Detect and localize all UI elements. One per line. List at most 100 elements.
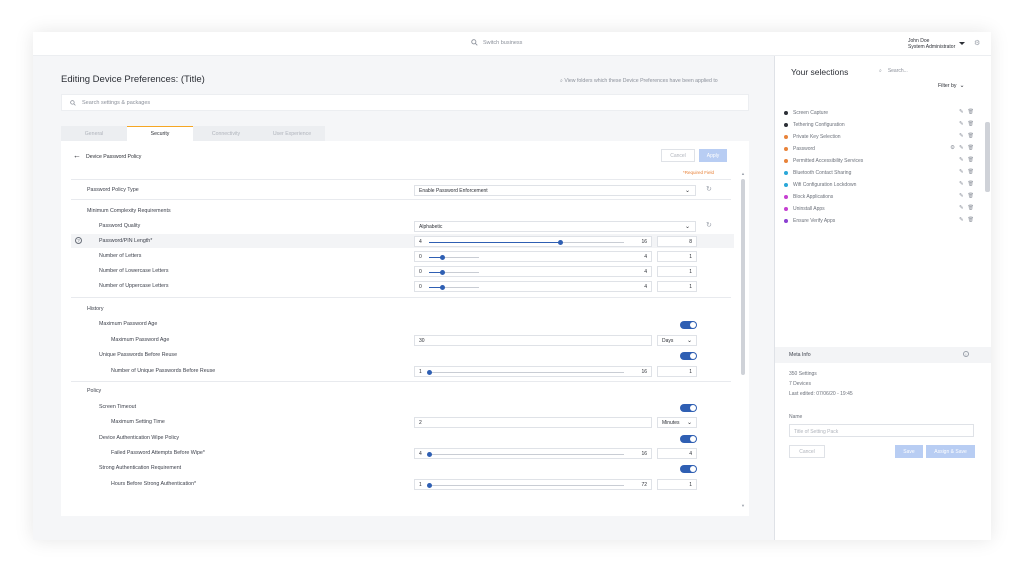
trash-icon[interactable]: 🗑: [968, 205, 974, 211]
wipe-policy-toggle[interactable]: [680, 435, 697, 443]
panel-scrollbar[interactable]: ▲ ▼: [740, 171, 746, 509]
trash-icon[interactable]: 🗑: [968, 157, 974, 163]
slider-handle[interactable]: [427, 452, 432, 457]
unique-passwords-toggle[interactable]: [680, 352, 697, 360]
max-setting-time-input[interactable]: 2: [414, 417, 652, 428]
settings-search-input[interactable]: Search settings & packages: [61, 94, 749, 111]
hours-strong-auth-slider[interactable]: 1 72: [414, 479, 652, 490]
reset-icon[interactable]: ↻: [706, 221, 712, 229]
slider-max: 4: [644, 284, 647, 290]
divider: [71, 199, 731, 200]
edit-icon[interactable]: ✎: [959, 169, 964, 175]
setting-label: Maximum Password Age: [99, 321, 158, 327]
chevron-down-icon: ⌄: [684, 224, 690, 230]
unique-passwords-value[interactable]: 1: [657, 366, 697, 377]
password-policy-type-select[interactable]: Enable Password Enforcement ⌄: [414, 185, 696, 196]
unique-passwords-slider[interactable]: 1 16: [414, 366, 652, 377]
uppercase-letters-slider[interactable]: 0 4: [414, 281, 652, 292]
info-icon[interactable]: i: [963, 351, 969, 357]
selection-item[interactable]: Bluetooth Contact Sharing ✎ 🗑: [784, 167, 974, 179]
trash-icon[interactable]: 🗑: [968, 217, 974, 223]
tab-user-experience[interactable]: User Experience: [259, 126, 325, 141]
gear-icon[interactable]: ⚙: [974, 39, 980, 47]
hours-strong-auth-value[interactable]: 1: [657, 479, 697, 490]
sidebar-scrollbar[interactable]: [985, 122, 990, 192]
reset-icon[interactable]: ↻: [706, 185, 712, 193]
selection-item[interactable]: Ensure Verify Apps ✎ 🗑: [784, 215, 974, 227]
edit-icon[interactable]: ✎: [959, 157, 964, 163]
trash-icon[interactable]: 🗑: [968, 169, 974, 175]
cancel-button[interactable]: Cancel: [661, 149, 695, 162]
edit-icon[interactable]: ✎: [959, 145, 964, 151]
selection-item[interactable]: Permitted Accessibility Services ✎ 🗑: [784, 155, 974, 167]
selection-item[interactable]: Password ⚙ ✎ 🗑: [784, 143, 974, 155]
selection-item[interactable]: Tethering Configuration ✎ 🗑: [784, 119, 974, 131]
user-menu[interactable]: John Doe System Administrator: [908, 38, 955, 50]
max-password-age-unit-select[interactable]: Days ⌄: [657, 335, 697, 346]
tab-security[interactable]: Security: [127, 126, 193, 141]
save-button[interactable]: Save: [895, 445, 923, 458]
category-dot: [784, 219, 788, 223]
selection-item[interactable]: Uninstall Apps ✎ 🗑: [784, 203, 974, 215]
max-setting-time-unit-select[interactable]: Minutes ⌄: [657, 417, 697, 428]
slider-handle[interactable]: [440, 285, 445, 290]
help-icon[interactable]: ?: [75, 237, 82, 244]
edit-icon[interactable]: ✎: [959, 109, 964, 115]
selection-item[interactable]: Wifi Configuration Lockdown ✎ 🗑: [784, 179, 974, 191]
applied-folders-link[interactable]: ⌕ View folders which these Device Prefer…: [560, 78, 718, 85]
trash-icon[interactable]: 🗑: [968, 121, 974, 127]
setting-pack-name-input[interactable]: Title of Setting Pack: [789, 424, 974, 437]
sidebar-cancel-button[interactable]: Cancel: [789, 445, 825, 458]
scroll-up-icon[interactable]: ▲: [741, 171, 745, 176]
edit-icon[interactable]: ✎: [959, 121, 964, 127]
trash-icon[interactable]: 🗑: [968, 181, 974, 187]
slider-handle[interactable]: [440, 255, 445, 260]
lowercase-letters-slider[interactable]: 0 4: [414, 266, 652, 277]
assign-and-save-button[interactable]: Assign & Save: [926, 445, 975, 458]
max-password-age-input[interactable]: 30: [414, 335, 652, 346]
selection-item[interactable]: Block Applications ✎ 🗑: [784, 191, 974, 203]
uppercase-letters-value[interactable]: 1: [657, 281, 697, 292]
slider-handle[interactable]: [427, 370, 432, 375]
number-of-letters-value[interactable]: 1: [657, 251, 697, 262]
scroll-down-icon[interactable]: ▼: [741, 503, 745, 508]
strong-auth-toggle[interactable]: [680, 465, 697, 473]
business-switcher[interactable]: Switch business: [471, 39, 522, 46]
failed-attempts-value[interactable]: 4: [657, 448, 697, 459]
selection-item[interactable]: Private Key Selection ✎ 🗑: [784, 131, 974, 143]
filter-by-dropdown[interactable]: Filter by ⌄: [938, 82, 964, 89]
edit-icon[interactable]: ✎: [959, 181, 964, 187]
setting-label: Failed Password Attempts Before Wipe*: [111, 450, 205, 456]
slider-handle[interactable]: [440, 270, 445, 275]
edit-icon[interactable]: ✎: [959, 193, 964, 199]
selection-item[interactable]: Screen Capture ✎ 🗑: [784, 107, 974, 119]
number-of-letters-slider[interactable]: 0 4: [414, 251, 652, 262]
pin-length-value[interactable]: 8: [657, 236, 697, 247]
lowercase-letters-value[interactable]: 1: [657, 266, 697, 277]
tab-connectivity[interactable]: Connectivity: [193, 126, 259, 141]
scrollbar-thumb[interactable]: [741, 179, 745, 375]
apply-button[interactable]: Apply: [699, 149, 727, 162]
slider-track: [429, 270, 479, 275]
slider-handle[interactable]: [558, 240, 563, 245]
back-arrow-icon[interactable]: ←: [73, 151, 81, 160]
edit-icon[interactable]: ✎: [959, 133, 964, 139]
tab-general[interactable]: General: [61, 126, 127, 141]
trash-icon[interactable]: 🗑: [968, 145, 974, 151]
slider-handle[interactable]: [427, 483, 432, 488]
failed-attempts-slider[interactable]: 4 16: [414, 448, 652, 459]
screen-timeout-toggle[interactable]: [680, 404, 697, 412]
trash-icon[interactable]: 🗑: [968, 133, 974, 139]
trash-icon[interactable]: 🗑: [968, 109, 974, 115]
selections-search-input[interactable]: ⌕ Search...: [879, 68, 908, 74]
user-menu-chevron-icon[interactable]: [959, 42, 965, 45]
edit-icon[interactable]: ✎: [959, 205, 964, 211]
slider-min: 4: [419, 239, 422, 245]
edit-icon[interactable]: ✎: [959, 217, 964, 223]
slider-max: 4: [644, 254, 647, 260]
trash-icon[interactable]: 🗑: [968, 193, 974, 199]
password-quality-select[interactable]: Alphabetic ⌄: [414, 221, 696, 232]
max-password-age-toggle[interactable]: [680, 321, 697, 329]
pin-length-slider[interactable]: 4 16: [414, 236, 652, 247]
gear-icon[interactable]: ⚙: [950, 145, 955, 151]
